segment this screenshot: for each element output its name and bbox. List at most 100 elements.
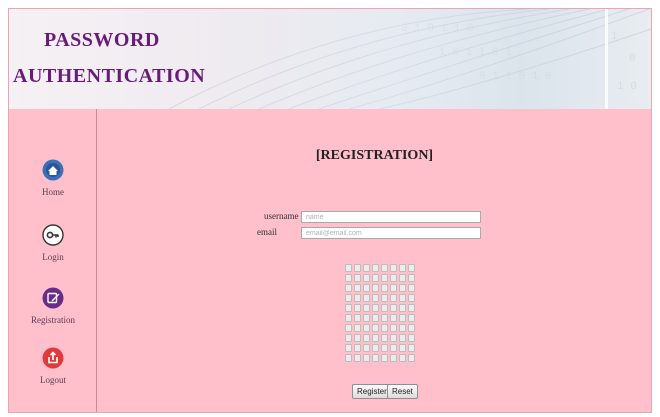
grid-cell[interactable] xyxy=(399,284,406,292)
grid-cell[interactable] xyxy=(408,274,415,282)
grid-cell[interactable] xyxy=(354,284,361,292)
grid-cell[interactable] xyxy=(345,274,352,282)
grid-cell[interactable] xyxy=(390,324,397,332)
grid-cell[interactable] xyxy=(354,314,361,322)
grid-cell[interactable] xyxy=(408,314,415,322)
grid-cell[interactable] xyxy=(399,344,406,352)
grid-cell[interactable] xyxy=(408,344,415,352)
grid-cell[interactable] xyxy=(363,294,370,302)
grid-cell[interactable] xyxy=(363,314,370,322)
grid-cell[interactable] xyxy=(363,304,370,312)
grid-cell[interactable] xyxy=(363,274,370,282)
grid-cell[interactable] xyxy=(345,264,352,272)
sidebar-item-label: Login xyxy=(42,252,64,262)
grid-cell[interactable] xyxy=(363,334,370,342)
grid-cell[interactable] xyxy=(381,264,388,272)
grid-cell[interactable] xyxy=(390,304,397,312)
grid-cell[interactable] xyxy=(408,294,415,302)
sidebar-item-login[interactable]: Login xyxy=(9,224,97,262)
grid-cell[interactable] xyxy=(354,344,361,352)
sidebar-item-label: Logout xyxy=(40,375,66,385)
grid-cell[interactable] xyxy=(363,324,370,332)
grid-cell[interactable] xyxy=(408,334,415,342)
grid-cell[interactable] xyxy=(408,304,415,312)
grid-cell[interactable] xyxy=(345,284,352,292)
grid-cell[interactable] xyxy=(363,264,370,272)
sidebar-item-label: Registration xyxy=(31,315,75,325)
grid-cell[interactable] xyxy=(363,354,370,362)
home-icon xyxy=(42,159,64,181)
image-password-grid xyxy=(345,264,415,362)
username-label: username xyxy=(264,211,299,221)
page-title: [REGISTRATION] xyxy=(315,148,434,163)
grid-cell[interactable] xyxy=(399,334,406,342)
grid-cell[interactable] xyxy=(354,294,361,302)
grid-cell[interactable] xyxy=(381,274,388,282)
grid-cell[interactable] xyxy=(345,354,352,362)
grid-cell[interactable] xyxy=(399,294,406,302)
grid-cell[interactable] xyxy=(399,264,406,272)
grid-cell[interactable] xyxy=(354,354,361,362)
sidebar-item-registration[interactable]: Registration xyxy=(9,287,97,325)
grid-cell[interactable] xyxy=(345,324,352,332)
grid-cell[interactable] xyxy=(381,324,388,332)
grid-cell[interactable] xyxy=(381,334,388,342)
grid-cell[interactable] xyxy=(399,354,406,362)
grid-cell[interactable] xyxy=(354,264,361,272)
grid-cell[interactable] xyxy=(399,304,406,312)
grid-cell[interactable] xyxy=(345,304,352,312)
grid-cell[interactable] xyxy=(372,264,379,272)
grid-cell[interactable] xyxy=(390,284,397,292)
grid-cell[interactable] xyxy=(372,334,379,342)
grid-cell[interactable] xyxy=(363,284,370,292)
sidebar-item-label: Home xyxy=(42,187,64,197)
app-title-line1: PASSWORD xyxy=(44,29,160,51)
grid-cell[interactable] xyxy=(390,274,397,282)
grid-cell[interactable] xyxy=(408,324,415,332)
register-button[interactable]: Register xyxy=(352,384,392,399)
grid-cell[interactable] xyxy=(345,314,352,322)
logout-icon xyxy=(42,347,64,369)
grid-cell[interactable] xyxy=(381,344,388,352)
grid-cell[interactable] xyxy=(381,294,388,302)
sidebar-item-home[interactable]: Home xyxy=(9,159,97,197)
grid-cell[interactable] xyxy=(399,324,406,332)
grid-cell[interactable] xyxy=(390,314,397,322)
grid-cell[interactable] xyxy=(390,334,397,342)
email-input[interactable] xyxy=(301,227,481,239)
grid-cell[interactable] xyxy=(390,264,397,272)
grid-cell[interactable] xyxy=(354,304,361,312)
grid-cell[interactable] xyxy=(372,294,379,302)
sidebar-item-logout[interactable]: Logout xyxy=(9,347,97,385)
grid-cell[interactable] xyxy=(381,304,388,312)
grid-cell[interactable] xyxy=(354,274,361,282)
grid-cell[interactable] xyxy=(381,314,388,322)
grid-cell[interactable] xyxy=(372,304,379,312)
reset-button[interactable]: Reset xyxy=(387,384,418,399)
grid-cell[interactable] xyxy=(345,334,352,342)
grid-cell[interactable] xyxy=(372,354,379,362)
username-input[interactable] xyxy=(301,211,481,223)
grid-cell[interactable] xyxy=(399,274,406,282)
grid-cell[interactable] xyxy=(390,294,397,302)
grid-cell[interactable] xyxy=(408,284,415,292)
banner-background-graphic: 0 1 0 1 1 0 1 0 1 1 0 1 0 1 1 0 1 0 1 0 … xyxy=(9,9,651,109)
grid-cell[interactable] xyxy=(372,314,379,322)
grid-cell[interactable] xyxy=(345,294,352,302)
grid-cell[interactable] xyxy=(381,354,388,362)
grid-cell[interactable] xyxy=(363,344,370,352)
grid-cell[interactable] xyxy=(354,334,361,342)
page-frame: 0 1 0 1 1 0 1 0 1 1 0 1 0 1 1 0 1 0 1 0 … xyxy=(8,8,652,413)
grid-cell[interactable] xyxy=(408,354,415,362)
grid-cell[interactable] xyxy=(390,344,397,352)
grid-cell[interactable] xyxy=(372,344,379,352)
grid-cell[interactable] xyxy=(372,324,379,332)
grid-cell[interactable] xyxy=(381,284,388,292)
grid-cell[interactable] xyxy=(390,354,397,362)
grid-cell[interactable] xyxy=(345,344,352,352)
grid-cell[interactable] xyxy=(372,284,379,292)
grid-cell[interactable] xyxy=(354,324,361,332)
grid-cell[interactable] xyxy=(399,314,406,322)
grid-cell[interactable] xyxy=(372,274,379,282)
grid-cell[interactable] xyxy=(408,264,415,272)
